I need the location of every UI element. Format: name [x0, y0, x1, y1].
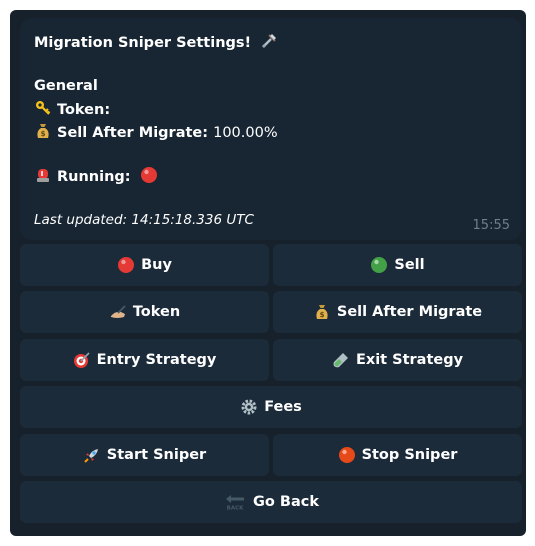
svg-text:$: $: [41, 130, 46, 138]
green-circle-icon: [370, 256, 388, 274]
red-circle-icon: [140, 166, 158, 184]
key-icon: [34, 99, 52, 117]
red-circle-icon: [117, 256, 135, 274]
go-back-button[interactable]: BACK Go Back: [20, 481, 522, 523]
start-sniper-button-label: Start Sniper: [106, 447, 207, 463]
tools-icon: [260, 32, 278, 50]
go-back-button-label: Go Back: [253, 494, 319, 510]
entry-strategy-button[interactable]: Entry Strategy: [20, 339, 269, 381]
sell-after-migrate-button[interactable]: $ Sell After Migrate: [273, 291, 522, 333]
token-label: Token:: [57, 102, 111, 118]
svg-text:$: $: [319, 311, 324, 319]
siren-icon: [34, 166, 52, 184]
money-bag-icon: $: [34, 122, 52, 140]
running-label: Running:: [57, 169, 131, 185]
section-heading: General: [34, 78, 98, 94]
message-title-row: Migration Sniper Settings!: [34, 32, 283, 51]
writing-hand-icon: [109, 303, 127, 321]
token-button[interactable]: Token: [20, 291, 269, 333]
message-bubble: Migration Sniper Settings! General Token…: [20, 18, 522, 240]
sell-button-label: Sell: [394, 257, 425, 273]
message-time: 15:55: [472, 218, 510, 233]
sell-after-value: 100.00%: [213, 125, 278, 141]
buy-button-label: Buy: [141, 257, 172, 273]
sell-after-row: $ Sell After Migrate: 100.00%: [34, 122, 278, 141]
message-title: Migration Sniper Settings!: [34, 35, 252, 51]
sell-after-label: Sell After Migrate:: [57, 125, 209, 141]
last-updated-text: Last updated: 14:15:18.336 UTC: [34, 212, 254, 228]
stop-sniper-button-label: Stop Sniper: [361, 447, 458, 463]
token-row: Token:: [34, 99, 110, 118]
test-tube-icon: [332, 351, 350, 369]
back-arrow-icon: BACK: [223, 493, 247, 511]
fees-button-label: Fees: [264, 399, 302, 415]
rocket-icon: [83, 446, 101, 464]
sell-after-migrate-button-label: Sell After Migrate: [336, 304, 483, 320]
stop-sign-icon: [338, 446, 356, 464]
exit-strategy-button[interactable]: Exit Strategy: [273, 339, 522, 381]
sell-button[interactable]: Sell: [273, 244, 522, 286]
gear-icon: [240, 398, 258, 416]
buy-button[interactable]: Buy: [20, 244, 269, 286]
exit-strategy-button-label: Exit Strategy: [355, 352, 464, 368]
target-icon: [73, 351, 91, 369]
fees-button[interactable]: Fees: [20, 386, 522, 428]
running-row: Running:: [34, 166, 163, 185]
money-bag-icon: $: [313, 303, 331, 321]
start-sniper-button[interactable]: Start Sniper: [20, 434, 269, 476]
stop-sniper-button[interactable]: Stop Sniper: [273, 434, 522, 476]
entry-strategy-button-label: Entry Strategy: [96, 352, 217, 368]
token-button-label: Token: [132, 304, 181, 320]
svg-text:BACK: BACK: [227, 506, 244, 512]
